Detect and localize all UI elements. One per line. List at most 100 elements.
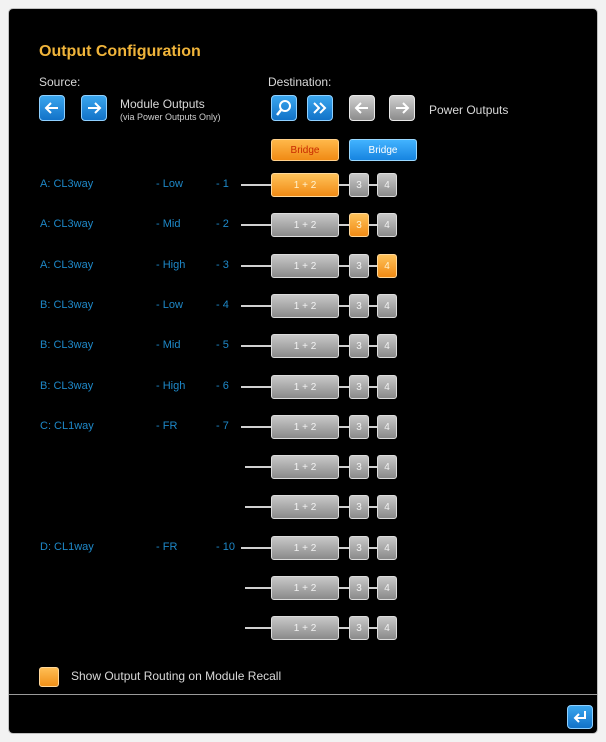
arrow-right-icon: [396, 102, 410, 114]
bridge-3-4-button[interactable]: Bridge: [349, 139, 417, 161]
output-b4-button[interactable]: 4: [377, 536, 397, 560]
output-b3-button[interactable]: 3: [349, 213, 369, 237]
connector-wire: [339, 466, 349, 468]
connector-wire: [339, 265, 349, 267]
row-num-label: - 10: [216, 541, 235, 553]
connector-wire: [339, 386, 349, 388]
output-b4-button[interactable]: 4: [377, 213, 397, 237]
bridge-1-2-button[interactable]: Bridge: [271, 139, 339, 161]
page-title: Output Configuration: [39, 43, 201, 60]
output-b3-button[interactable]: 3: [349, 455, 369, 479]
output-b12-button[interactable]: 1 + 2: [271, 334, 339, 358]
magnifier-icon: [276, 100, 291, 116]
output-b3-button[interactable]: 3: [349, 616, 369, 640]
output-b4-button[interactable]: 4: [377, 334, 397, 358]
row-module-label: B: CL3way: [40, 339, 94, 351]
power-outputs-label: Power Outputs: [429, 103, 509, 117]
output-b4-button[interactable]: 4: [377, 415, 397, 439]
output-b4-button[interactable]: 4: [377, 495, 397, 519]
row-module-label: A: CL3way: [40, 178, 94, 190]
locate-button[interactable]: [271, 95, 297, 121]
connector-wire: [369, 345, 377, 347]
connector-wire: [369, 587, 377, 589]
connector-wire: [339, 224, 349, 226]
connector-wire: [241, 426, 271, 428]
connector-wire: [241, 184, 271, 186]
output-b3-button[interactable]: 3: [349, 415, 369, 439]
output-b4-button[interactable]: 4: [377, 254, 397, 278]
connector-wire: [339, 506, 349, 508]
connector-wire: [369, 466, 377, 468]
source-label: Source:: [39, 75, 81, 89]
fast-forward-button[interactable]: [307, 95, 333, 121]
routing-row: C: CL1way - FR - 7 1 + 2 34: [9, 415, 597, 439]
output-b3-button[interactable]: 3: [349, 294, 369, 318]
source-next-button[interactable]: [81, 95, 107, 121]
output-configuration-dialog: Output Configuration Source: Module Outp…: [8, 8, 598, 734]
row-module-label: A: CL3way: [40, 259, 94, 271]
output-b12-button[interactable]: 1 + 2: [271, 455, 339, 479]
output-b3-button[interactable]: 3: [349, 495, 369, 519]
row-band-label: - Low: [156, 299, 183, 311]
connector-wire: [241, 386, 271, 388]
routing-row: B: CL3way - Low - 4 1 + 2 34: [9, 294, 597, 318]
routing-row: A: CL3way - Mid - 2 1 + 2 34: [9, 213, 597, 237]
enter-return-icon: [573, 711, 586, 723]
output-b12-button[interactable]: 1 + 2: [271, 375, 339, 399]
connector-wire: [369, 265, 377, 267]
connector-wire: [369, 184, 377, 186]
destination-next-button[interactable]: [389, 95, 415, 121]
output-b4-button[interactable]: 4: [377, 616, 397, 640]
output-b4-button[interactable]: 4: [377, 294, 397, 318]
connector-wire: [369, 305, 377, 307]
arrow-left-icon: [354, 102, 368, 114]
output-b12-button[interactable]: 1 + 2: [271, 495, 339, 519]
output-b12-button[interactable]: 1 + 2: [271, 294, 339, 318]
arrow-right-icon: [88, 102, 102, 114]
output-b3-button[interactable]: 3: [349, 375, 369, 399]
row-band-label: - High: [156, 259, 186, 271]
connector-wire: [369, 426, 377, 428]
output-b3-button[interactable]: 3: [349, 173, 369, 197]
row-module-label: A: CL3way: [40, 218, 94, 230]
row-band-label: - Mid: [156, 339, 181, 351]
output-b12-button[interactable]: 1 + 2: [271, 254, 339, 278]
connector-wire: [369, 506, 377, 508]
routing-row: A: CL3way - Low - 1 1 + 2 34: [9, 173, 597, 197]
output-b3-button[interactable]: 3: [349, 576, 369, 600]
connector-wire: [241, 345, 271, 347]
output-b12-button[interactable]: 1 + 2: [271, 213, 339, 237]
connector-wire: [241, 224, 271, 226]
output-b12-button[interactable]: 1 + 2: [271, 616, 339, 640]
connector-wire: [339, 184, 349, 186]
connector-wire: [339, 587, 349, 589]
row-num-label: - 5: [216, 339, 229, 351]
output-b4-button[interactable]: 4: [377, 173, 397, 197]
show-routing-label: Show Output Routing on Module Recall: [71, 669, 282, 683]
row-num-label: - 2: [216, 218, 229, 230]
destination-prev-button[interactable]: [349, 95, 375, 121]
output-b12-button[interactable]: 1 + 2: [271, 536, 339, 560]
output-b3-button[interactable]: 3: [349, 334, 369, 358]
output-b4-button[interactable]: 4: [377, 576, 397, 600]
row-num-label: - 4: [216, 299, 229, 311]
row-band-label: - FR: [156, 420, 178, 432]
row-band-label: - Low: [156, 178, 183, 190]
output-b3-button[interactable]: 3: [349, 536, 369, 560]
connector-wire: [339, 426, 349, 428]
row-module-label: B: CL3way: [40, 299, 94, 311]
connector-wire: [369, 547, 377, 549]
output-b12-button[interactable]: 1 + 2: [271, 173, 339, 197]
output-b3-button[interactable]: 3: [349, 254, 369, 278]
connector-wire: [245, 466, 271, 468]
output-b12-button[interactable]: 1 + 2: [271, 576, 339, 600]
row-num-label: - 7: [216, 420, 229, 432]
connector-wire: [241, 547, 271, 549]
output-b4-button[interactable]: 4: [377, 455, 397, 479]
source-prev-button[interactable]: [39, 95, 65, 121]
show-routing-checkbox[interactable]: [39, 667, 59, 687]
routing-row: 1 + 2 34: [9, 495, 597, 519]
output-b12-button[interactable]: 1 + 2: [271, 415, 339, 439]
output-b4-button[interactable]: 4: [377, 375, 397, 399]
ok-button[interactable]: [567, 705, 593, 729]
